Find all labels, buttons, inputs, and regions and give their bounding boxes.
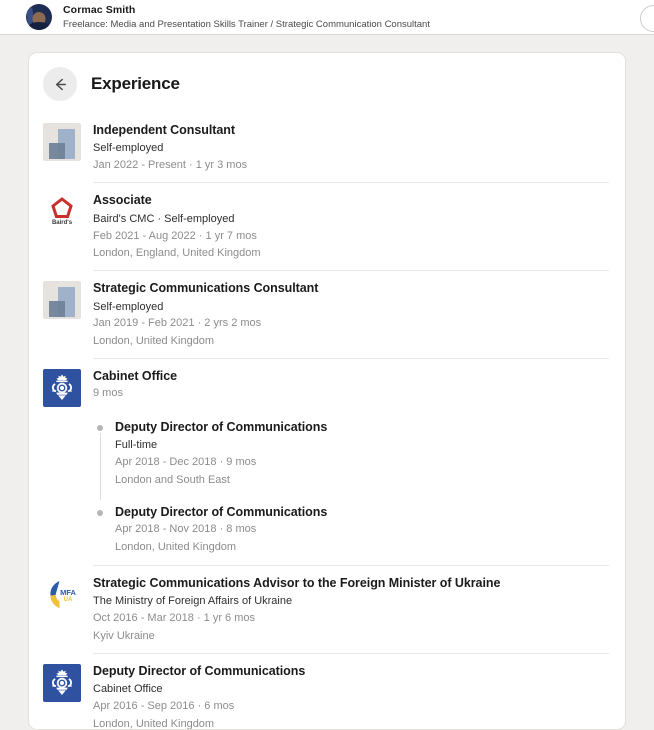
experience-title: Independent Consultant <box>93 122 609 138</box>
experience-title: Associate <box>93 192 609 208</box>
svg-text:UA: UA <box>64 597 73 603</box>
timeline-dot-icon <box>97 425 103 431</box>
cabinet-office-logo <box>43 664 81 702</box>
experience-item[interactable]: Independent Consultant Self-employed Jan… <box>43 113 625 182</box>
experience-location: London, England, United Kingdom <box>93 246 609 261</box>
nested-role-item[interactable]: Deputy Director of Communications Full-t… <box>93 413 625 498</box>
experience-company: Self-employed <box>93 300 609 315</box>
experience-card-header: Experience <box>29 53 625 113</box>
experience-location: Kyiv Ukraine <box>93 629 609 644</box>
experience-item[interactable]: Deputy Director of Communications Cabine… <box>43 654 625 730</box>
experience-dates: Oct 2016 - Mar 2018 · 1 yr 6 mos <box>93 611 609 626</box>
experience-details: Deputy Director of Communications Cabine… <box>93 662 609 730</box>
mfa-ukraine-logo: MFA UA <box>43 576 81 614</box>
experience-dates: Jan 2019 - Feb 2021 · 2 yrs 2 mos <box>93 316 609 331</box>
svg-text:MFA: MFA <box>60 588 76 597</box>
experience-dates: Feb 2021 - Aug 2022 · 1 yr 7 mos <box>93 229 609 244</box>
experience-details: Cabinet Office 9 mos <box>93 367 609 402</box>
partial-circle-button[interactable] <box>640 5 654 32</box>
page-title: Experience <box>91 74 180 94</box>
experience-details: Associate Baird's CMC · Self-employed Fe… <box>93 191 609 261</box>
experience-details: Strategic Communications Consultant Self… <box>93 279 609 349</box>
self-employed-placeholder-icon <box>43 123 81 161</box>
back-arrow-icon[interactable] <box>43 67 77 101</box>
nested-role-details: Deputy Director of Communications Full-t… <box>115 419 609 488</box>
nested-role-dates: Apr 2018 - Dec 2018 · 9 mos <box>115 455 609 470</box>
experience-card: Experience Independent Consultant Self-e… <box>28 52 626 730</box>
bairds-cmc-logo: Baird's <box>43 193 81 231</box>
experience-group-item[interactable]: Cabinet Office 9 mos <box>43 359 625 409</box>
timeline-marker <box>93 419 115 488</box>
experience-list: Independent Consultant Self-employed Jan… <box>29 113 625 730</box>
nested-role-details: Deputy Director of Communications Apr 20… <box>115 504 609 555</box>
experience-location: London, United Kingdom <box>93 717 609 730</box>
experience-dates: Apr 2016 - Sep 2016 · 6 mos <box>93 699 609 714</box>
experience-title: Strategic Communications Consultant <box>93 280 609 296</box>
experience-item[interactable]: Baird's Associate Baird's CMC · Self-emp… <box>43 183 625 270</box>
avatar-shoulders <box>28 22 50 30</box>
nested-role-location: London, United Kingdom <box>115 540 609 555</box>
experience-title: Strategic Communications Advisor to the … <box>93 575 609 591</box>
experience-item[interactable]: Strategic Communications Consultant Self… <box>43 271 625 358</box>
nested-role-location: London and South East <box>115 473 609 488</box>
self-employed-placeholder-icon <box>43 281 81 319</box>
timeline-connector <box>100 433 101 500</box>
timeline-marker <box>93 504 115 555</box>
nested-role-title: Deputy Director of Communications <box>115 419 609 435</box>
nested-roles-list: Deputy Director of Communications Full-t… <box>93 409 625 565</box>
cabinet-office-logo <box>43 369 81 407</box>
experience-company: Cabinet Office <box>93 682 609 697</box>
nested-role-title: Deputy Director of Communications <box>115 504 609 520</box>
experience-company: Self-employed <box>93 141 609 156</box>
profile-headline: Freelance: Media and Presentation Skills… <box>63 19 430 31</box>
experience-company: Baird's CMC · Self-employed <box>93 212 609 227</box>
profile-identity: Cormac Smith Freelance: Media and Presen… <box>63 4 430 31</box>
experience-title: Deputy Director of Communications <box>93 663 609 679</box>
timeline-dot-icon <box>97 510 103 516</box>
experience-dates: 9 mos <box>93 386 609 401</box>
page-body: Experience Independent Consultant Self-e… <box>0 35 654 730</box>
experience-details: Strategic Communications Advisor to the … <box>93 574 609 644</box>
experience-details: Independent Consultant Self-employed Jan… <box>93 121 609 173</box>
nested-role-dates: Apr 2018 - Nov 2018 · 8 mos <box>115 522 609 537</box>
nested-role-employment-type: Full-time <box>115 438 609 453</box>
experience-item[interactable]: MFA UA Strategic Communications Advisor … <box>43 566 625 653</box>
profile-avatar[interactable] <box>26 4 52 30</box>
placeholder-bar-short <box>49 301 65 317</box>
experience-location: London, United Kingdom <box>93 334 609 349</box>
svg-text:Baird's: Baird's <box>52 220 73 226</box>
experience-title: Cabinet Office <box>93 368 609 384</box>
profile-name: Cormac Smith <box>63 4 430 17</box>
experience-company: The Ministry of Foreign Affairs of Ukrai… <box>93 594 609 609</box>
profile-topbar: Cormac Smith Freelance: Media and Presen… <box>0 0 654 35</box>
placeholder-bar-short <box>49 143 65 159</box>
nested-role-item[interactable]: Deputy Director of Communications Apr 20… <box>93 498 625 565</box>
experience-dates: Jan 2022 - Present · 1 yr 3 mos <box>93 158 609 173</box>
